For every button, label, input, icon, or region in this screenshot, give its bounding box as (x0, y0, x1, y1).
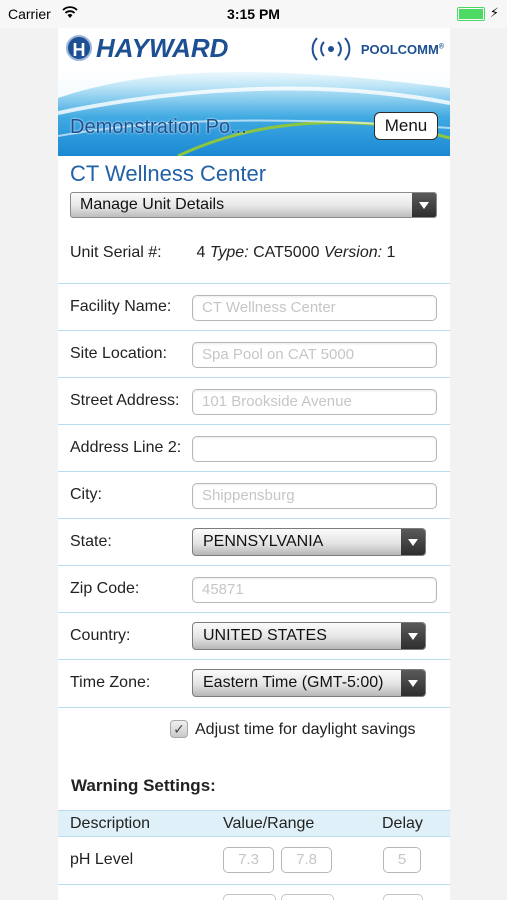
next-low-input[interactable] (223, 894, 276, 900)
facility-name-row: Facility Name: CT Wellness Center (58, 283, 450, 331)
status-bar: Carrier 3:15 PM ⚡ (0, 0, 507, 28)
state-select[interactable]: PENNSYLVANIA (192, 528, 426, 556)
site-title: Demonstration Po... (70, 116, 247, 138)
address-line-2-input[interactable] (192, 436, 437, 462)
street-address-row: Street Address: 101 Brookside Avenue (58, 377, 450, 425)
facility-name-input[interactable]: CT Wellness Center (192, 295, 437, 321)
serial-value: 4 (196, 244, 206, 261)
poolcomm-logo: POOLCOMM® (304, 36, 444, 62)
daylight-savings-label: Adjust time for daylight savings (195, 721, 416, 738)
country-select[interactable]: UNITED STATES (192, 622, 426, 650)
time-zone-row: Time Zone: Eastern Time (GMT-5:00) (58, 659, 450, 708)
city-input[interactable]: Shippensburg (192, 483, 437, 509)
wave-decoration (58, 58, 450, 156)
chevron-down-icon (401, 623, 425, 649)
unit-action-select[interactable]: Manage Unit Details (70, 192, 437, 218)
signal-waves-icon (311, 37, 351, 61)
charging-icon: ⚡ (489, 5, 499, 20)
hayward-logo-icon: H (66, 35, 92, 61)
clock: 3:15 PM (227, 6, 280, 22)
city-row: City: Shippensburg (58, 471, 450, 519)
unit-action-value: Manage Unit Details (80, 196, 225, 213)
zip-code-input[interactable]: 45871 (192, 577, 437, 603)
column-header-description: Description (70, 815, 151, 832)
menu-button[interactable]: Menu (374, 112, 438, 140)
app-frame: H HAYWARD POOLCOMM® Demonstration Po... … (58, 28, 450, 900)
country-value: UNITED STATES (203, 627, 327, 644)
street-address-label: Street Address: (70, 392, 180, 409)
next-delay-input[interactable] (383, 894, 423, 900)
serial-label: Unit Serial #: (70, 244, 162, 261)
version-value: 1 (386, 244, 396, 261)
hayward-logo-text: HAYWARD (96, 32, 229, 63)
ph-low-input[interactable]: 7.3 (223, 847, 274, 873)
site-location-row: Site Location: Spa Pool on CAT 5000 (58, 330, 450, 378)
poolcomm-logo-text: POOLCOMM® (360, 41, 444, 57)
facility-name-label: Facility Name: (70, 298, 172, 315)
ph-delay-input[interactable]: 5 (383, 847, 421, 873)
state-value: PENNSYLVANIA (203, 533, 324, 550)
time-zone-label: Time Zone: (70, 674, 151, 691)
city-label: City: (70, 486, 102, 503)
header-banner: H HAYWARD POOLCOMM® Demonstration Po... … (58, 28, 450, 156)
warning-table-header: Description Value/Range Delay (58, 810, 450, 837)
chevron-down-icon (401, 670, 425, 696)
column-header-value-range: Value/Range (223, 815, 315, 832)
state-row: State: PENNSYLVANIA (58, 518, 450, 566)
country-row: Country: UNITED STATES (58, 612, 450, 660)
table-row (58, 885, 450, 900)
state-label: State: (70, 533, 112, 550)
warning-description: pH Level (70, 851, 134, 868)
ph-high-input[interactable]: 7.8 (281, 847, 332, 873)
time-zone-value: Eastern Time (GMT-5:00) (203, 674, 384, 691)
type-value: CAT5000 (253, 244, 320, 261)
next-high-input[interactable] (281, 894, 334, 900)
time-zone-select[interactable]: Eastern Time (GMT-5:00) (192, 669, 426, 697)
unit-serial-info: Unit Serial #: 4 Type: CAT5000 Version: … (70, 244, 440, 262)
daylight-savings-row: ✓ Adjust time for daylight savings (58, 707, 450, 754)
table-row: pH Level 7.3 7.8 5 (58, 837, 450, 885)
street-address-input[interactable]: 101 Brookside Avenue (192, 389, 437, 415)
country-label: Country: (70, 627, 131, 644)
site-location-input[interactable]: Spa Pool on CAT 5000 (192, 342, 437, 368)
unit-title: CT Wellness Center (70, 161, 267, 186)
chevron-down-icon (412, 193, 436, 217)
hayward-logo: H HAYWARD (66, 33, 228, 63)
daylight-savings-checkbox[interactable]: ✓ (170, 720, 188, 738)
battery-icon (457, 7, 485, 21)
version-label: Version: (323, 244, 383, 261)
address-line-2-row: Address Line 2: (58, 424, 450, 472)
warning-settings-title: Warning Settings: (71, 776, 216, 795)
address-line-2-label: Address Line 2: (70, 439, 182, 456)
zip-code-row: Zip Code: 45871 (58, 565, 450, 613)
site-location-label: Site Location: (70, 345, 167, 362)
column-header-delay: Delay (382, 815, 423, 832)
zip-code-label: Zip Code: (70, 580, 140, 597)
chevron-down-icon (401, 529, 425, 555)
type-label: Type: (209, 244, 249, 261)
